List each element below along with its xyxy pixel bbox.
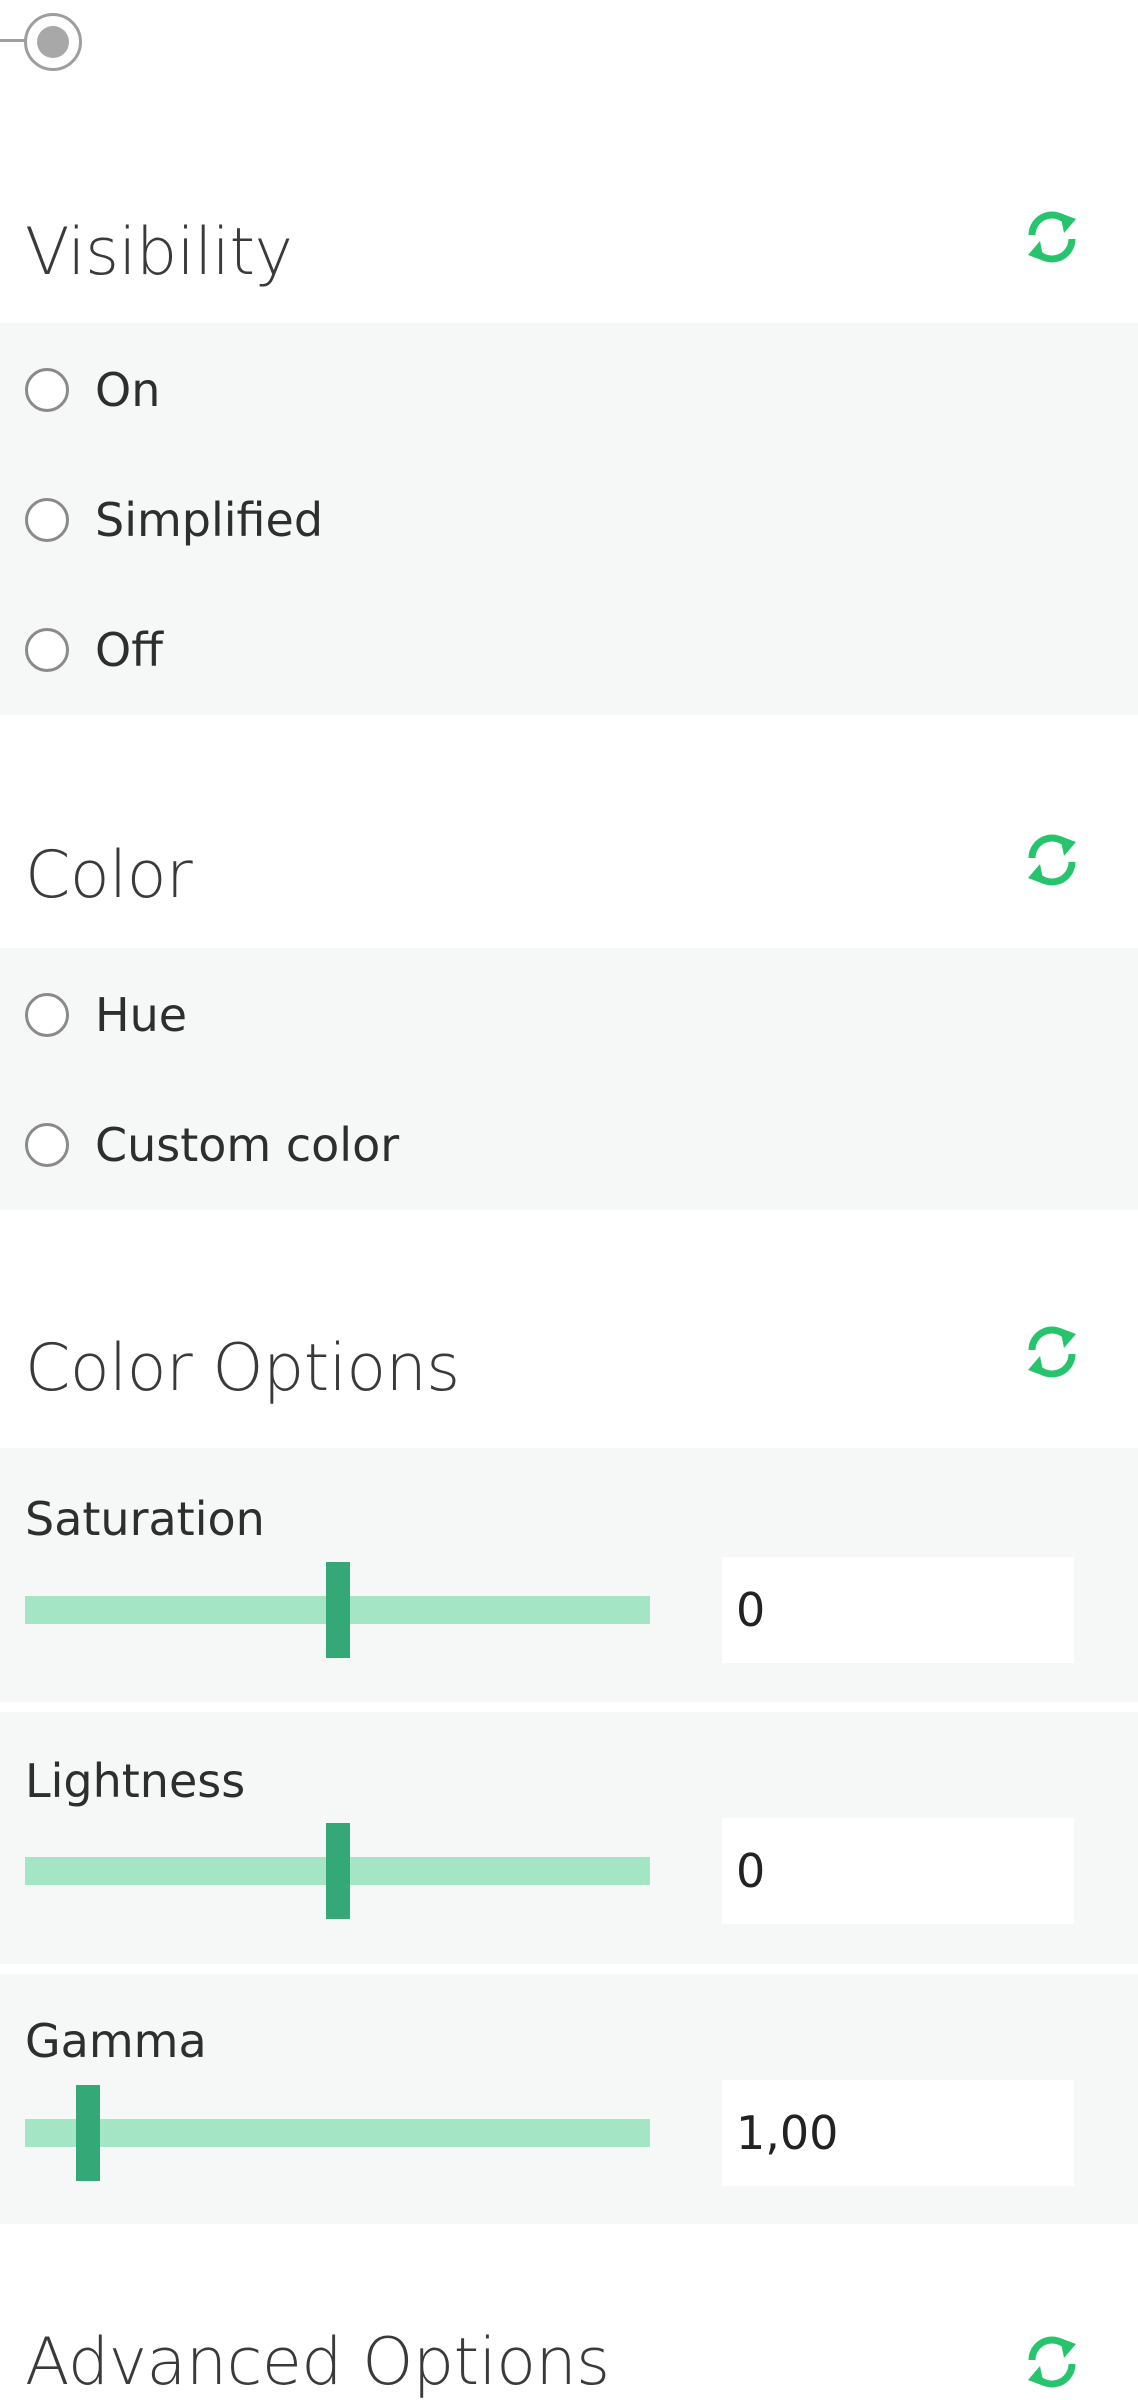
radio-button[interactable] — [25, 498, 69, 542]
gamma-slider-track[interactable] — [25, 2119, 650, 2147]
saturation-slider-thumb[interactable] — [325, 1562, 350, 1658]
color-option-custom-color[interactable]: Custom color — [25, 1115, 399, 1175]
lightness-label: Lightness — [25, 1754, 246, 1808]
previous-slider-knob[interactable] — [24, 13, 82, 71]
radio-label: Off — [95, 623, 163, 677]
radio-label: Hue — [95, 988, 188, 1042]
saturation-value-input[interactable]: 0 — [722, 1557, 1074, 1663]
radio-label: Custom color — [95, 1118, 400, 1172]
refresh-icon[interactable] — [1020, 205, 1084, 269]
radio-button[interactable] — [25, 993, 69, 1037]
lightness-value-input[interactable]: 0 — [722, 1818, 1074, 1924]
visibility-option-on[interactable]: On — [25, 360, 160, 420]
saturation-label: Saturation — [25, 1492, 265, 1546]
radio-button[interactable] — [25, 368, 69, 412]
refresh-icon[interactable] — [1020, 1320, 1084, 1384]
refresh-icon[interactable] — [1020, 828, 1084, 892]
radio-label: Simplified — [95, 493, 324, 547]
gamma-value-input[interactable]: 1,00 — [722, 2080, 1074, 2186]
radio-button[interactable] — [25, 1123, 69, 1167]
color-options-title: Color Options — [25, 1331, 460, 1406]
color-title: Color — [25, 838, 193, 913]
gamma-slider-thumb[interactable] — [75, 2085, 100, 2181]
visibility-title: Visibility — [25, 215, 293, 290]
radio-button[interactable] — [25, 628, 69, 672]
lightness-slider-thumb[interactable] — [325, 1823, 350, 1919]
radio-label: On — [95, 363, 161, 417]
refresh-icon[interactable] — [1020, 2330, 1084, 2394]
visibility-option-simplified[interactable]: Simplified — [25, 490, 323, 550]
visibility-option-off[interactable]: Off — [25, 620, 163, 680]
gamma-label: Gamma — [25, 2014, 207, 2068]
color-option-hue[interactable]: Hue — [25, 985, 187, 1045]
